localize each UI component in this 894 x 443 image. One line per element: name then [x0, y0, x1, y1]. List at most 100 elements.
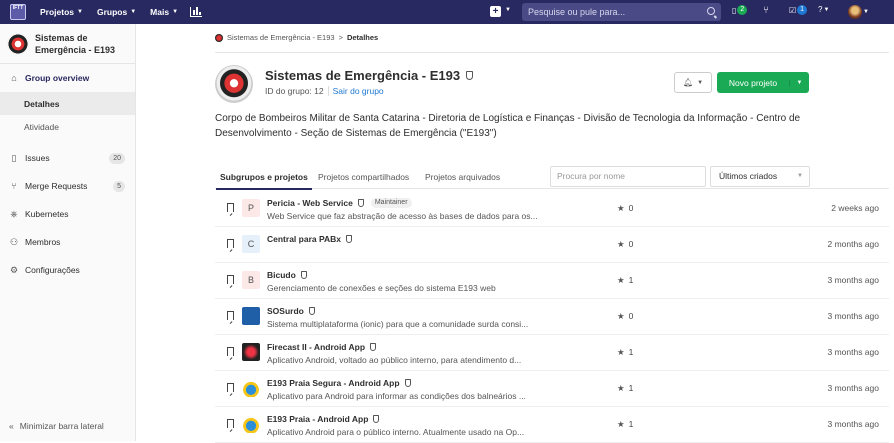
- project-row[interactable]: E193 Praia Segura - Android App Aplicativ…: [215, 371, 889, 407]
- project-row[interactable]: P Pericia - Web Service Maintainer Web Serv…: [215, 191, 889, 227]
- merge-requests-todo[interactable]: ▯ 2: [732, 5, 748, 15]
- star-count: ★ 1: [617, 383, 633, 394]
- sidebar-item-members[interactable]: ⚇ Membros: [0, 228, 135, 256]
- chevron-down-icon: ▼: [172, 9, 179, 15]
- project-name-line: E193 Praia - Android App: [267, 414, 380, 424]
- todo-icon: ☑: [789, 5, 797, 15]
- project-name-line: Pericia - Web Service Maintainer: [267, 198, 412, 208]
- project-name-link[interactable]: Central para PABx: [267, 234, 341, 244]
- star-count: ★ 1: [617, 419, 633, 430]
- sidebar-subitem-activity[interactable]: Atividade: [0, 115, 135, 138]
- project-name-link[interactable]: Bicudo: [267, 270, 296, 280]
- projects-menu[interactable]: Projetos ▼: [40, 7, 83, 17]
- project-name-line: SOSurdo: [267, 306, 315, 316]
- project-name-link[interactable]: SOSurdo: [267, 306, 304, 316]
- mr-count-badge: 5: [113, 180, 125, 192]
- projects-menu-label: Projetos: [40, 7, 75, 17]
- merge-request-icon[interactable]: ⑂: [763, 5, 769, 16]
- sidebar-item-group-overview[interactable]: ⌂ Group overview: [0, 64, 135, 92]
- star-count: ★ 0: [617, 239, 633, 250]
- star-count-value: 0: [628, 239, 634, 249]
- chevron-down-icon[interactable]: ▼: [505, 7, 511, 13]
- bookmark-icon[interactable]: [227, 311, 234, 320]
- project-avatar-letter: P: [242, 199, 260, 217]
- project-row[interactable]: SOSurdo Sistema multiplataforma (ionic) p…: [215, 299, 889, 335]
- tab-archived-projects[interactable]: Projetos arquivados: [425, 172, 500, 182]
- star-count-value: 1: [628, 383, 634, 393]
- group-description: Corpo de Bombeiros Militar de Santa Cata…: [215, 113, 801, 139]
- search-input[interactable]: Pesquise ou pule para...: [522, 3, 721, 21]
- chevron-down-icon[interactable]: ▼: [789, 79, 809, 86]
- sidebar-item-merge-requests[interactable]: ⑂ Merge Requests 5: [0, 172, 135, 200]
- group-avatar: [215, 65, 253, 103]
- shield-icon: [466, 71, 474, 80]
- sidebar-item-issues[interactable]: ▯ Issues 20: [0, 144, 135, 172]
- chevron-down-icon: ▼: [130, 9, 137, 15]
- bookmark-icon[interactable]: [227, 239, 234, 248]
- updated-time: 3 months ago: [827, 275, 879, 285]
- firecast-logo-icon: [242, 343, 260, 361]
- notification-settings-button[interactable]: 🔔︎ ▼: [674, 72, 712, 93]
- updated-time: 2 weeks ago: [831, 203, 879, 213]
- project-row[interactable]: B Bicudo Gerenciamento de conexões e seçõe…: [215, 263, 889, 299]
- help-menu[interactable]: ? ▼: [818, 5, 829, 14]
- search-icon: [707, 7, 715, 15]
- issues-count-badge: 20: [109, 152, 125, 164]
- groups-menu[interactable]: Grupos ▼: [97, 7, 136, 17]
- sosurdo-logo-icon: [242, 307, 260, 325]
- project-name-link[interactable]: E193 Praia Segura - Android App: [267, 378, 400, 388]
- chevron-down-icon: ▼: [863, 9, 869, 15]
- new-project-button[interactable]: Novo projeto ▼: [717, 72, 809, 93]
- star-icon: ★: [617, 347, 625, 357]
- todos-link[interactable]: ☑ 1: [789, 5, 808, 15]
- sidebar-subitem-details[interactable]: Detalhes: [0, 92, 135, 115]
- more-menu[interactable]: Mais ▼: [150, 7, 178, 17]
- star-icon: ★: [617, 383, 625, 393]
- updated-time: 2 months ago: [827, 239, 879, 249]
- gitlab-logo[interactable]: IFTT: [10, 4, 26, 20]
- main-content: Sistemas de Emergência - E193 > Detalhes…: [137, 24, 894, 443]
- chevron-down-icon: ▼: [697, 79, 704, 86]
- project-avatar-letter: B: [242, 271, 260, 289]
- leave-group-link[interactable]: Sair do grupo: [327, 86, 384, 96]
- project-row[interactable]: Firecast II - Android App Aplicativo Andr…: [215, 335, 889, 371]
- user-avatar: [848, 5, 862, 19]
- bookmark-icon[interactable]: [227, 275, 234, 284]
- project-name-link[interactable]: Pericia - Web Service: [267, 198, 353, 208]
- group-sidebar: Sistemas de Emergência - E193 ⌂ Group ove…: [0, 24, 136, 441]
- sidebar-item-settings[interactable]: ⚙ Configurações: [0, 256, 135, 284]
- group-id-line: ID do grupo: 12 Sair do grupo: [265, 86, 384, 96]
- bookmark-icon[interactable]: [227, 203, 234, 212]
- kubernetes-icon: ⎈: [10, 208, 18, 219]
- star-icon: ★: [617, 203, 625, 213]
- sidebar-item-kubernetes[interactable]: ⎈ Kubernetes: [0, 200, 135, 228]
- filter-by-name-input[interactable]: Procura por nome: [550, 166, 706, 187]
- page-title: Sistemas de Emergência - E193: [265, 68, 474, 83]
- todo-count-badge: 1: [797, 5, 808, 15]
- chevron-down-icon: ▼: [797, 173, 803, 179]
- help-icon: ?: [818, 5, 823, 14]
- bookmark-icon[interactable]: [227, 419, 234, 428]
- project-name-link[interactable]: E193 Praia - Android App: [267, 414, 368, 424]
- group-id: ID do grupo: 12: [265, 86, 324, 96]
- top-navbar: IFTT Projetos ▼ Grupos ▼ Mais ▼: [0, 0, 894, 24]
- bookmark-icon[interactable]: [227, 347, 234, 356]
- sidebar-item-label: Configurações: [25, 265, 80, 275]
- project-description: Sistema multiplataforma (ionic) para que…: [267, 319, 529, 329]
- new-item-plus-icon[interactable]: +: [490, 6, 501, 17]
- sidebar-group-header[interactable]: Sistemas de Emergência - E193: [0, 24, 135, 64]
- project-name-link[interactable]: Firecast II - Android App: [267, 342, 365, 352]
- activity-chart-icon[interactable]: [190, 7, 203, 17]
- sidebar-item-label: Membros: [25, 237, 61, 247]
- project-row[interactable]: C Central para PABx ★ 0 2 months ago: [215, 227, 889, 263]
- project-row[interactable]: E193 Praia - Android App Aplicativo Andro…: [215, 407, 889, 443]
- sort-dropdown[interactable]: Últimos criados ▼: [710, 166, 810, 187]
- project-description: Web Service que faz abstração de acesso …: [267, 211, 538, 221]
- tab-shared-projects[interactable]: Projetos compartilhados: [318, 172, 409, 182]
- minimize-sidebar-button[interactable]: « Minimizar barra lateral: [9, 421, 104, 431]
- tab-subgroups-projects[interactable]: Subgrupos e projetos: [216, 172, 312, 190]
- bookmark-icon[interactable]: [227, 383, 234, 392]
- breadcrumb-group-link[interactable]: Sistemas de Emergência - E193: [227, 33, 335, 42]
- user-menu[interactable]: ▼: [848, 5, 869, 19]
- new-project-label: Novo projeto: [728, 77, 778, 88]
